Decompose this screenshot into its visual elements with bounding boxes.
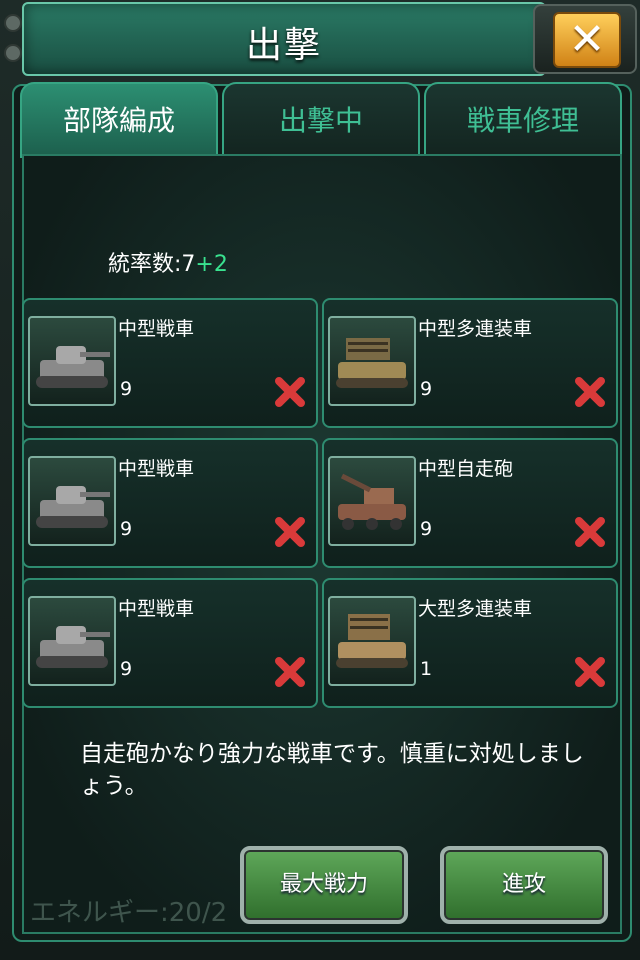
bolt-icon — [4, 44, 22, 62]
leadership-count: 統率数:7+2 — [108, 252, 228, 277]
energy-readout: エネルギー:20/2 — [30, 898, 228, 928]
remove-icon[interactable] — [574, 656, 606, 688]
page-title: 出撃 — [245, 25, 322, 66]
unit-slot[interactable]: 中型戦車 9 — [22, 438, 318, 568]
remove-icon[interactable] — [574, 516, 606, 548]
remove-icon[interactable] — [274, 376, 306, 408]
rocket-launcher-vehicle-icon — [328, 596, 416, 686]
bolt-icon — [4, 14, 22, 32]
remove-icon[interactable] — [274, 516, 306, 548]
max-power-button[interactable]: 最大戦力 — [240, 846, 408, 924]
remove-icon[interactable] — [274, 656, 306, 688]
medium-tank-icon — [28, 456, 116, 546]
rocket-launcher-vehicle-icon — [328, 316, 416, 406]
unit-slot[interactable]: 中型戦車 9 — [22, 578, 318, 708]
tab-deployed[interactable]: 出撃中 — [222, 82, 420, 158]
title-bar: 出撃 — [22, 2, 546, 76]
close-icon[interactable]: ✕ — [553, 12, 621, 68]
medium-tank-icon — [28, 316, 116, 406]
unit-slot[interactable]: 中型戦車 9 — [22, 298, 318, 428]
unit-slot[interactable]: 大型多連装車 1 — [322, 578, 618, 708]
close-button[interactable]: ✕ — [533, 4, 637, 74]
remove-icon[interactable] — [574, 376, 606, 408]
medium-tank-icon — [28, 596, 116, 686]
unit-slot[interactable]: 中型多連装車 9 — [322, 298, 618, 428]
unit-slot[interactable]: 中型自走砲 9 — [322, 438, 618, 568]
unit-description: 自走砲かなり強力な戦車です。慎重に対処しましょう。 — [80, 741, 584, 799]
tab-tank-repair[interactable]: 戦車修理 — [424, 82, 622, 158]
self-propelled-gun-icon — [328, 456, 416, 546]
tab-formation[interactable]: 部隊編成 — [20, 82, 218, 158]
attack-button[interactable]: 進攻 — [440, 846, 608, 924]
